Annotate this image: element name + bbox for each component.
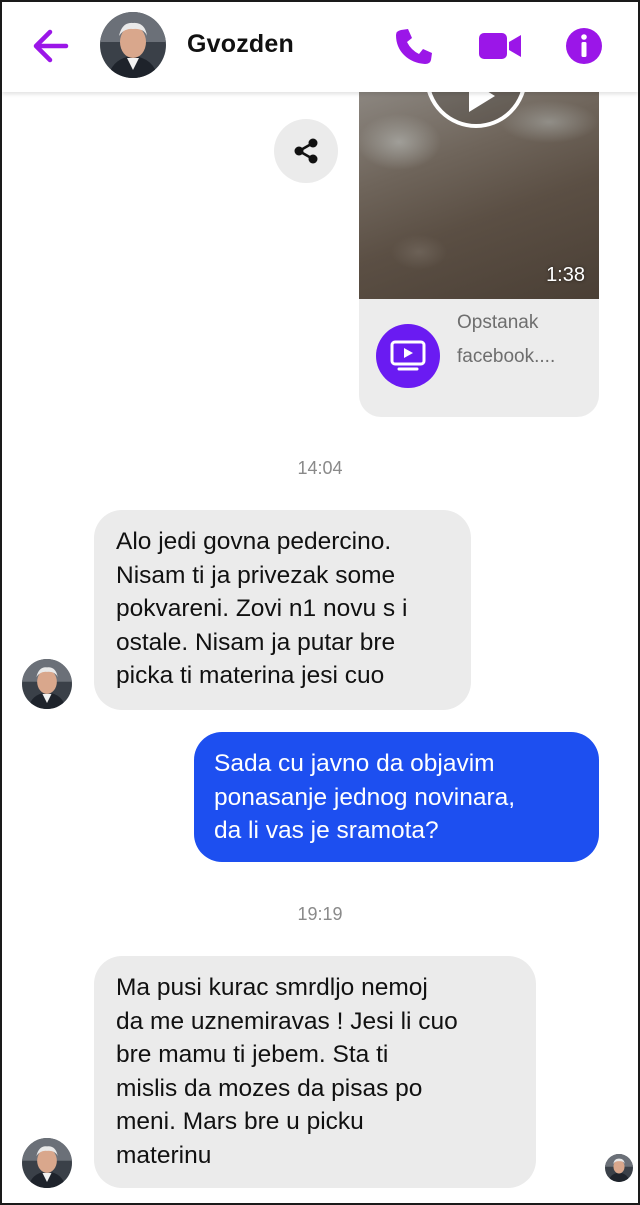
video-source: facebook.... (457, 346, 556, 367)
phone-icon[interactable] (392, 24, 436, 68)
incoming-message[interactable]: Ma pusi kurac smrdljo nemoj da me uznemi… (94, 956, 536, 1188)
incoming-message[interactable]: Alo jedi govna pedercino. Nisam ti ja pr… (94, 510, 471, 710)
share-icon (294, 138, 318, 164)
info-icon[interactable] (562, 24, 606, 68)
message-line: materinu (116, 1141, 212, 1169)
message-line: Ma pusi kurac smrdljo nemoj (116, 974, 428, 1001)
message-line: bre mamu ti jebem. Sta ti (116, 1041, 389, 1068)
message-line: Alo jedi govna pedercino. (116, 528, 392, 555)
video-thumbnail[interactable]: 1:38 (359, 82, 599, 299)
message-line: da li vas je sramota? (214, 817, 439, 844)
message-line: Sada cu javno da objavim (214, 750, 495, 777)
message-line: ostale. Nisam ja putar bre (116, 628, 396, 656)
back-arrow-icon[interactable] (30, 28, 70, 64)
message-line: da me uznemiravas ! Jesi li cuo (116, 1007, 458, 1035)
message-line: picka ti materina jesi cuo (116, 662, 385, 689)
message-line: mislis da mozes da pisas po (116, 1074, 423, 1102)
contact-avatar[interactable] (100, 12, 166, 78)
contact-name[interactable]: Gvozden (187, 30, 294, 59)
video-camera-icon[interactable] (476, 24, 521, 68)
messenger-screen: Gvozden 1:38 Opstanak facebook.... 14:04… (0, 0, 640, 1205)
video-title: Opstanak (457, 312, 539, 333)
shared-video-card[interactable]: 1:38 Opstanak facebook.... (359, 82, 599, 417)
timestamp: 14:04 (297, 458, 343, 478)
message-line: pokvareni. Zovi n1 novu s i (116, 595, 408, 622)
outgoing-message[interactable]: Sada cu javno da objavim ponasanje jedno… (194, 732, 599, 862)
video-duration: 1:38 (546, 264, 585, 286)
message-line: meni. Mars bre u picku (116, 1108, 364, 1135)
message-list[interactable]: 1:38 Opstanak facebook.... 14:04 Alo jed… (2, 82, 638, 1203)
chat-header: Gvozden (2, 2, 638, 92)
video-app-icon (376, 324, 440, 388)
seen-receipt-avatar (605, 1154, 633, 1182)
share-button[interactable] (274, 119, 338, 183)
sender-avatar[interactable] (22, 659, 72, 709)
message-line: Nisam ti ja privezak some (116, 561, 396, 589)
message-line: ponasanje jednog novinara, (214, 783, 516, 811)
timestamp: 19:19 (297, 904, 343, 924)
sender-avatar[interactable] (22, 1138, 72, 1188)
